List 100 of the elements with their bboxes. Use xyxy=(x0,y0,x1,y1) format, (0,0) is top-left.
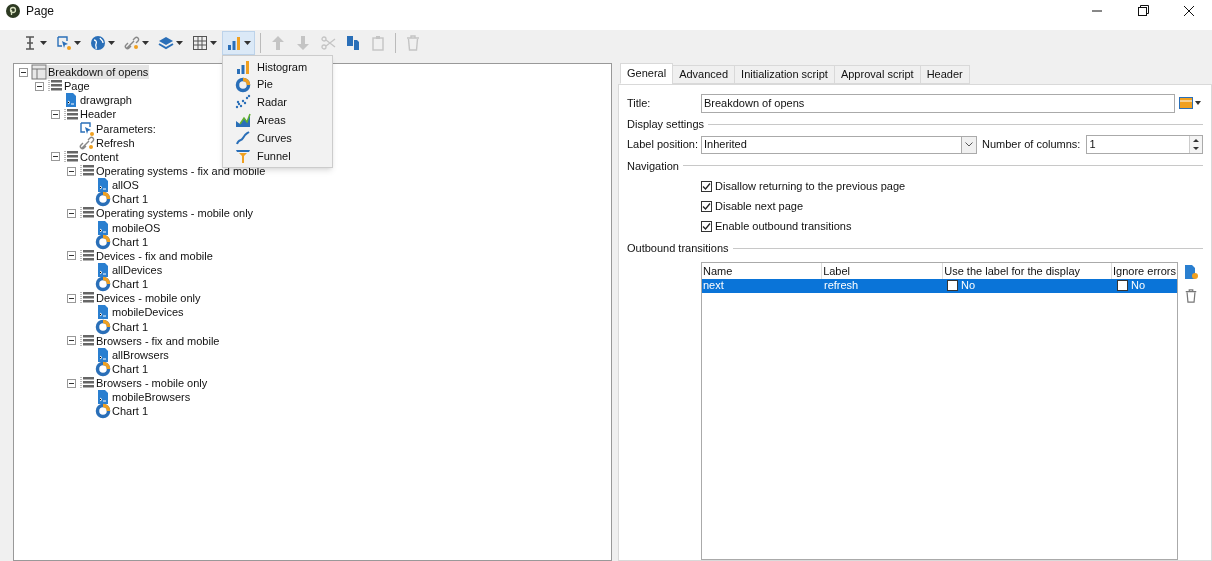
menu-item[interactable]: Funnel xyxy=(257,147,291,165)
checkbox[interactable] xyxy=(1117,280,1128,291)
menu-item[interactable]: Histogram xyxy=(257,58,308,76)
collapse-icon[interactable] xyxy=(50,152,60,162)
pointer-icon xyxy=(79,120,95,137)
checkbox[interactable] xyxy=(947,280,958,291)
tree-item[interactable]: Chart 1 xyxy=(111,404,150,419)
label-position-dropdown[interactable]: Inherited xyxy=(701,135,977,154)
tree-item[interactable]: Chart 1 xyxy=(111,277,150,292)
menu-item[interactable]: Pie xyxy=(257,76,273,93)
column-header[interactable]: Name xyxy=(702,262,823,279)
columns-spinbox[interactable]: 1 xyxy=(1086,135,1203,154)
up-arrow-icon xyxy=(270,35,286,51)
picker-button[interactable] xyxy=(1179,97,1203,109)
table-cell-text: refresh xyxy=(823,278,860,294)
collapse-icon[interactable] xyxy=(66,208,76,218)
bar-chart-icon xyxy=(235,58,251,75)
collapse-icon[interactable] xyxy=(66,336,76,346)
tree-item[interactable]: Chart 1 xyxy=(111,192,150,207)
spin-up-icon[interactable] xyxy=(1193,138,1199,142)
tab[interactable]: Advanced xyxy=(672,65,736,84)
copy-icon xyxy=(345,35,361,51)
tree-item[interactable]: Refresh xyxy=(95,135,136,150)
toolbar-button[interactable] xyxy=(222,31,255,55)
donut-icon xyxy=(235,76,251,93)
clipboard-icon xyxy=(370,35,386,51)
checkbox[interactable] xyxy=(701,201,712,212)
funnel-icon xyxy=(235,147,251,164)
tree-item[interactable]: Content xyxy=(79,149,120,164)
pointer-icon xyxy=(56,35,72,51)
menu-item[interactable]: Areas xyxy=(257,112,286,129)
table-cell-text: No xyxy=(961,278,976,294)
tab[interactable]: Initialization script xyxy=(734,65,835,84)
collapse-icon[interactable] xyxy=(18,67,28,77)
donut-icon xyxy=(95,403,111,420)
tree-item[interactable]: Header xyxy=(79,107,118,122)
add-document-icon[interactable] xyxy=(1184,263,1198,280)
table-row[interactable]: next refresh No No xyxy=(702,278,1177,293)
donut-icon xyxy=(95,191,111,208)
collapse-icon[interactable] xyxy=(66,293,76,303)
tree-item[interactable]: Chart 1 xyxy=(111,362,150,376)
checkbox-label: Enable outbound transitions xyxy=(715,219,852,235)
tab[interactable]: Approval script xyxy=(833,65,921,84)
collapse-icon[interactable] xyxy=(34,81,44,91)
tree-item[interactable]: Operating systems - fix and mobile xyxy=(95,164,267,179)
collapse-icon[interactable] xyxy=(66,251,76,261)
tree-item[interactable]: allOS xyxy=(111,178,140,193)
table-cell-text: No xyxy=(1131,278,1146,294)
tab[interactable]: Header xyxy=(919,65,970,84)
tree-item[interactable]: Browsers - fix and mobile xyxy=(95,333,221,348)
chevron-down-icon xyxy=(965,142,973,147)
list-icon xyxy=(63,148,79,165)
field-label: Label position: xyxy=(627,137,699,153)
title-field[interactable]: Breakdown of opens xyxy=(701,93,1175,113)
menu-item[interactable]: Curves xyxy=(257,129,292,147)
tree-item[interactable]: Operating systems - mobile only xyxy=(95,206,255,221)
tree-item[interactable]: Breakdown of opens xyxy=(47,65,150,80)
collapse-icon[interactable] xyxy=(66,166,76,176)
donut-icon xyxy=(95,361,111,378)
tree-item[interactable]: Chart 1 xyxy=(111,319,150,334)
tree-item[interactable]: mobileBrowsers xyxy=(111,390,192,405)
scatter-icon xyxy=(235,94,251,111)
donut-icon xyxy=(95,233,111,250)
tree-item[interactable]: Devices - mobile only xyxy=(95,291,202,306)
column-header[interactable]: Ignore errors xyxy=(1112,262,1177,279)
link-icon xyxy=(124,35,140,51)
scissors-icon xyxy=(320,35,336,51)
link-icon xyxy=(79,134,95,151)
donut-icon xyxy=(95,318,111,335)
spin-down-icon[interactable] xyxy=(1193,147,1199,151)
donut-icon xyxy=(95,276,111,293)
trash-icon[interactable] xyxy=(1184,287,1198,304)
tree-item[interactable]: Chart 1 xyxy=(111,234,150,249)
column-header[interactable]: Label xyxy=(822,262,944,279)
tree-item[interactable]: drawgraph xyxy=(79,93,133,108)
grid-icon xyxy=(192,35,208,51)
collapse-icon[interactable] xyxy=(66,378,76,388)
tree-item[interactable]: mobileDevices xyxy=(111,305,185,320)
script-icon xyxy=(95,177,111,194)
tree-item[interactable]: Devices - fix and mobile xyxy=(95,248,214,263)
app-logo-icon xyxy=(6,4,20,18)
checkbox[interactable] xyxy=(701,181,712,192)
tree-item[interactable]: mobileOS xyxy=(111,220,162,235)
checkbox[interactable] xyxy=(701,221,712,232)
line-chart-icon xyxy=(235,130,251,147)
tab[interactable]: General xyxy=(620,63,674,84)
section-heading: Navigation xyxy=(627,158,679,174)
tree-item[interactable]: Parameters: xyxy=(95,121,157,136)
caret-icon xyxy=(1195,101,1201,105)
tree-item[interactable]: Page xyxy=(63,79,91,94)
checkbox-label: Disable next page xyxy=(715,199,804,215)
window-title: Page xyxy=(26,3,55,20)
menu-item[interactable]: Radar xyxy=(257,94,287,111)
tree-item[interactable]: allBrowsers xyxy=(111,347,170,362)
section-heading: Display settings xyxy=(627,117,705,132)
tree-item[interactable]: Browsers - mobile only xyxy=(95,376,209,391)
column-header[interactable]: Use the label for the display xyxy=(943,262,1112,279)
layers-icon xyxy=(158,35,174,51)
tree-item[interactable]: allDevices xyxy=(111,263,164,278)
collapse-icon[interactable] xyxy=(50,110,60,119)
